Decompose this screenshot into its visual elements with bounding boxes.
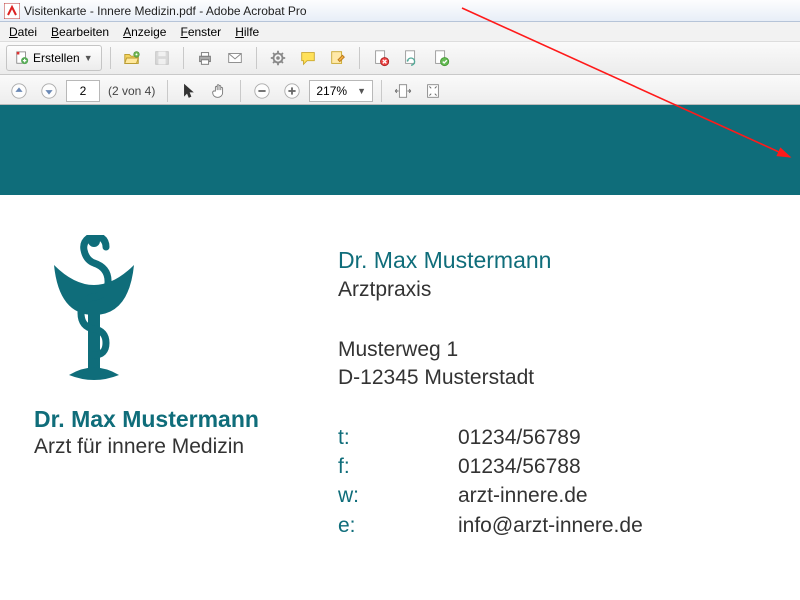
save-button[interactable] — [149, 45, 175, 71]
document-viewport[interactable]: Dr. Max Mustermann Arzt für innere Mediz… — [0, 104, 800, 600]
arrow-down-icon — [40, 82, 58, 100]
zoom-value: 217% — [316, 84, 347, 98]
page-number-input[interactable] — [66, 80, 100, 102]
delete-page-button[interactable] — [368, 45, 394, 71]
create-button[interactable]: Erstellen ▼ — [6, 45, 102, 71]
pdf-create-icon — [15, 51, 29, 65]
zoom-in-button[interactable] — [279, 78, 305, 104]
open-button[interactable] — [119, 45, 145, 71]
speech-bubble-icon — [299, 49, 317, 67]
card-contact-block: t:01234/56789 f:01234/56788 w:arzt-inner… — [338, 423, 643, 541]
card-right-panel: Dr. Max Mustermann Arztpraxis Musterweg … — [338, 247, 643, 540]
fit-width-icon — [394, 82, 412, 100]
card-right-role: Arztpraxis — [338, 278, 643, 302]
toolbar-primary: Erstellen ▼ — [0, 42, 800, 75]
contact-tel-value: 01234/56789 — [458, 423, 581, 452]
email-button[interactable] — [222, 45, 248, 71]
card-header-band — [0, 105, 800, 195]
select-tool-button[interactable] — [176, 78, 202, 104]
contact-fax-value: 01234/56788 — [458, 452, 581, 481]
printer-icon — [196, 49, 214, 67]
fit-page-button[interactable] — [420, 78, 446, 104]
chevron-down-icon: ▼ — [84, 53, 93, 63]
chevron-down-icon: ▼ — [357, 86, 366, 96]
medical-bowl-snake-icon — [34, 235, 154, 385]
card-left-role: Arzt für innere Medizin — [34, 435, 294, 459]
settings-button[interactable] — [265, 45, 291, 71]
menu-hilfe[interactable]: Hilfe — [228, 23, 266, 41]
check-page-button[interactable] — [428, 45, 454, 71]
fit-width-button[interactable] — [390, 78, 416, 104]
card-address-line1: Musterweg 1 — [338, 336, 643, 364]
page-count-label: (2 von 4) — [104, 84, 159, 98]
zoom-out-button[interactable] — [249, 78, 275, 104]
page-delete-icon — [372, 49, 390, 67]
arrow-up-icon — [10, 82, 28, 100]
card-left-name: Dr. Max Mustermann — [34, 406, 294, 433]
comment-button[interactable] — [295, 45, 321, 71]
edit-comment-button[interactable] — [325, 45, 351, 71]
rotate-page-button[interactable] — [398, 45, 424, 71]
note-pencil-icon — [329, 49, 347, 67]
menu-anzeige[interactable]: Anzeige — [116, 23, 173, 41]
zoom-out-icon — [253, 82, 271, 100]
contact-email-value: info@arzt-innere.de — [458, 511, 643, 540]
window-title: Visitenkarte - Innere Medizin.pdf - Adob… — [24, 4, 307, 18]
acrobat-icon — [4, 3, 20, 19]
title-bar: Visitenkarte - Innere Medizin.pdf - Adob… — [0, 0, 800, 22]
print-button[interactable] — [192, 45, 218, 71]
zoom-level-select[interactable]: 217% ▼ — [309, 80, 373, 102]
menu-bar: Datei Bearbeiten Anzeige Fenster Hilfe — [0, 22, 800, 42]
contact-web-label: w: — [338, 481, 458, 510]
card-address-line2: D-12345 Musterstadt — [338, 364, 643, 392]
contact-fax-label: f: — [338, 452, 458, 481]
page-rotate-icon — [402, 49, 420, 67]
page-down-button[interactable] — [36, 78, 62, 104]
zoom-in-icon — [283, 82, 301, 100]
hand-tool-button[interactable] — [206, 78, 232, 104]
page-check-icon — [432, 49, 450, 67]
menu-datei[interactable]: Datei — [2, 23, 44, 41]
folder-open-icon — [123, 49, 141, 67]
hand-icon — [210, 82, 228, 100]
menu-fenster[interactable]: Fenster — [173, 23, 228, 41]
menu-bearbeiten[interactable]: Bearbeiten — [44, 23, 116, 41]
envelope-icon — [226, 49, 244, 67]
card-right-name: Dr. Max Mustermann — [338, 247, 643, 274]
create-label: Erstellen — [33, 51, 80, 65]
fit-page-icon — [424, 82, 442, 100]
contact-tel-label: t: — [338, 423, 458, 452]
contact-email-label: e: — [338, 511, 458, 540]
card-left-panel: Dr. Max Mustermann Arzt für innere Mediz… — [34, 235, 294, 459]
page-up-button[interactable] — [6, 78, 32, 104]
contact-web-value: arzt-innere.de — [458, 481, 588, 510]
gear-icon — [269, 49, 287, 67]
cursor-icon — [180, 82, 198, 100]
save-icon — [153, 49, 171, 67]
